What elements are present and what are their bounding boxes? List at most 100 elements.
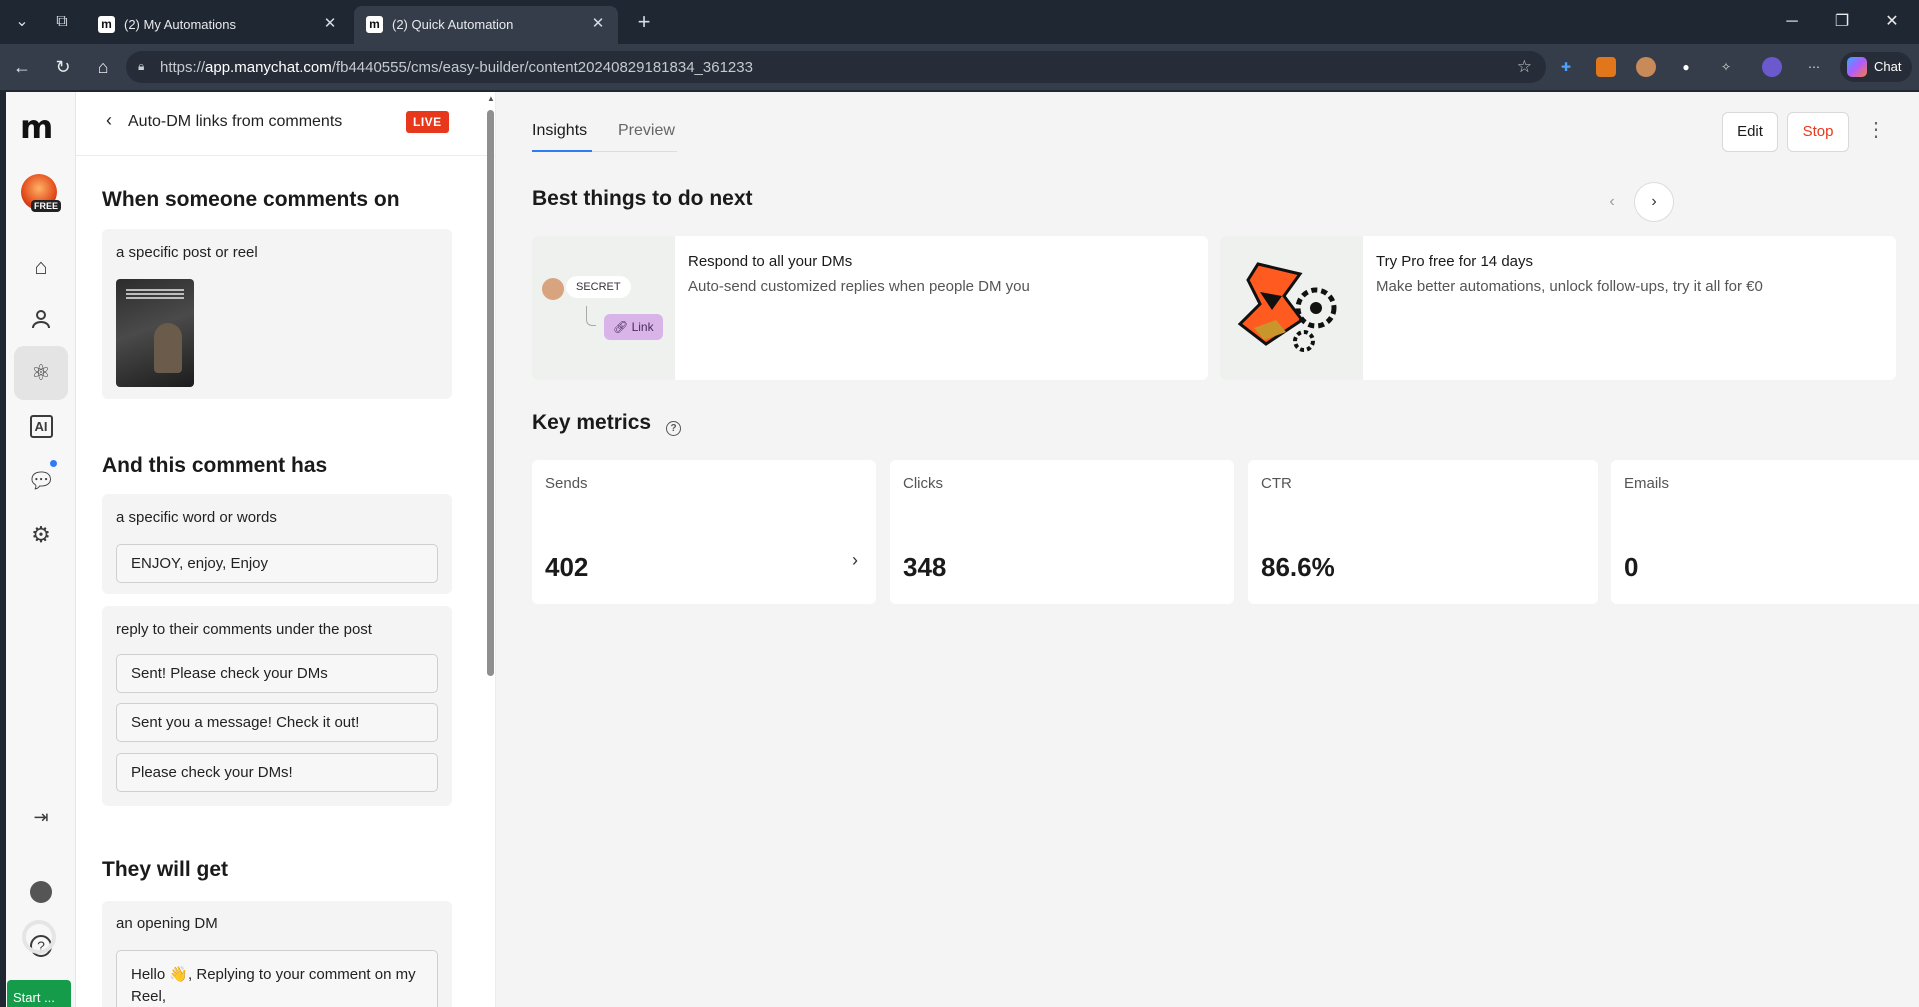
panel-scrollbar[interactable]: ▲: [484, 92, 496, 1007]
chevron-left-icon[interactable]: ‹: [1600, 190, 1624, 214]
manychat-favicon-icon: m: [366, 16, 383, 33]
help-icon[interactable]: ?: [666, 421, 681, 436]
scroll-thumb[interactable]: [487, 110, 494, 676]
metric-label: CTR: [1261, 475, 1292, 492]
pro-illustration: [1220, 236, 1363, 380]
reply-label: reply to their comments under the post: [116, 621, 372, 638]
metric-value: 402: [545, 552, 589, 582]
tab-preview[interactable]: Preview: [618, 122, 675, 140]
tab-my-automations[interactable]: m (2) My Automations ✕: [86, 6, 350, 44]
chat-bubble-icon[interactable]: ●: [1676, 57, 1696, 77]
close-tab-icon[interactable]: ✕: [320, 14, 340, 34]
metric-label: Sends: [545, 475, 588, 492]
condition-heading: And this comment has: [102, 454, 328, 477]
tip-description: Auto-send customized replies when people…: [688, 278, 1030, 295]
thumbnail-caption: [126, 289, 184, 299]
account-avatar[interactable]: FREE: [21, 174, 62, 214]
keyword-rule: a specific word or words: [116, 509, 277, 526]
metric-value: 86.6%: [1261, 552, 1335, 582]
live-chat-icon[interactable]: 💬︎: [14, 454, 68, 508]
metric-sends[interactable]: Sends 402 ›: [532, 460, 876, 604]
browser-tab-bar: ⌄ ⧉ m (2) My Automations ✕ m (2) Quick A…: [0, 0, 1919, 44]
settings-gear-icon[interactable]: ⚙: [14, 508, 68, 562]
automation-title[interactable]: Auto-DM links from comments: [128, 113, 342, 131]
home-icon[interactable]: ⌂: [14, 240, 68, 294]
restore-icon[interactable]: ❐: [1822, 8, 1862, 36]
tab-title: (2) Quick Automation: [392, 17, 514, 32]
tip-card-try-pro[interactable]: Try Pro free for 14 days Make better aut…: [1220, 236, 1896, 380]
dm-text-field[interactable]: Hello 👋, Replying to your comment on my …: [116, 950, 438, 1007]
tip-card-respond-dms[interactable]: SECRET 🔗︎ Link Respond to all your DMs A…: [532, 236, 1208, 380]
close-tab-icon[interactable]: ✕: [588, 14, 608, 34]
tip-illustration: SECRET 🔗︎ Link: [532, 236, 675, 380]
keywords-card[interactable]: a specific word or words ENJOY, enjoy, E…: [102, 494, 452, 594]
link-chip: 🔗︎ Link: [604, 314, 663, 340]
secret-chip: SECRET: [566, 276, 631, 298]
trigger-heading: When someone comments on: [102, 188, 400, 211]
url-field[interactable]: 🔒︎ https://app.manychat.com/fb4440555/cm…: [126, 51, 1546, 83]
reply-field[interactable]: Please check your DMs!: [116, 753, 438, 792]
view-tabs: Insights Preview: [532, 112, 677, 152]
result-heading: They will get: [102, 858, 229, 881]
opening-dm-card[interactable]: an opening DM Hello 👋, Replying to your …: [102, 901, 452, 1007]
connector-line: [586, 306, 596, 326]
profile-avatar[interactable]: [1762, 57, 1782, 77]
trigger-card[interactable]: a specific post or reel: [102, 229, 452, 399]
reply-field[interactable]: Sent you a message! Check it out!: [116, 703, 438, 742]
plan-badge: FREE: [31, 200, 62, 212]
tip-title: Respond to all your DMs: [688, 253, 853, 270]
metric-label: Emails: [1624, 475, 1670, 492]
scroll-up-icon[interactable]: ▲: [487, 94, 495, 103]
chevron-right-icon[interactable]: ›: [1634, 182, 1674, 222]
minimize-icon[interactable]: ─: [1772, 8, 1812, 36]
insights-main: Insights Preview Edit Stop ⋮ Best things…: [496, 92, 1919, 1007]
contacts-icon[interactable]: [14, 292, 68, 346]
metric-label: Clicks: [903, 475, 943, 492]
start-button[interactable]: Start ...: [7, 980, 71, 1007]
manychat-app: m FREE ⌂ ⚛ AI 💬︎ ⚙ ⇥ ? Start ... ‹ Auto-…: [6, 92, 1919, 1007]
workspaces-icon[interactable]: ⧉: [50, 10, 74, 34]
ai-icon[interactable]: AI: [14, 400, 68, 454]
extension-icon[interactable]: ✚: [1556, 57, 1576, 77]
edit-button[interactable]: Edit: [1722, 112, 1778, 152]
user-photo[interactable]: [14, 864, 68, 918]
next-steps-heading: Best things to do next: [532, 187, 753, 210]
close-window-icon[interactable]: ✕: [1872, 8, 1912, 36]
home-icon[interactable]: ⌂: [91, 55, 115, 79]
chevron-right-icon[interactable]: ›: [852, 550, 858, 571]
site-info-icon[interactable]: 🔒︎: [138, 59, 152, 73]
keywords-field[interactable]: ENJOY, enjoy, Enjoy: [116, 544, 438, 583]
chevron-left-icon[interactable]: ‹: [106, 110, 112, 131]
metamask-icon[interactable]: [1596, 57, 1616, 77]
more-menu-icon[interactable]: ⋯: [1804, 57, 1824, 77]
trigger-target: a specific post or reel: [116, 244, 258, 261]
tab-title: (2) My Automations: [124, 17, 236, 32]
new-tab-icon[interactable]: +: [632, 10, 656, 34]
reload-icon[interactable]: ↻: [51, 55, 75, 79]
bookmark-star-icon[interactable]: ☆: [1517, 57, 1532, 77]
panel-header: ‹ Auto-DM links from comments LIVE: [76, 92, 496, 156]
reply-card[interactable]: reply to their comments under the post S…: [102, 606, 452, 806]
tip-title: Try Pro free for 14 days: [1376, 253, 1534, 270]
live-badge: LIVE: [406, 111, 449, 133]
manychat-logo[interactable]: m: [20, 108, 53, 146]
extensions-puzzle-icon[interactable]: ✧: [1716, 57, 1736, 77]
tip-description: Make better automations, unlock follow-u…: [1376, 278, 1763, 295]
copilot-chat-button[interactable]: Chat: [1840, 52, 1912, 82]
stop-button[interactable]: Stop: [1787, 112, 1849, 152]
more-options-icon[interactable]: ⋮: [1866, 120, 1886, 140]
metric-value: 348: [903, 552, 947, 582]
metrics-heading: Key metrics: [532, 411, 652, 434]
tab-list-icon[interactable]: ⌄: [10, 10, 34, 34]
collapse-sidebar-icon[interactable]: ⇥: [14, 790, 68, 844]
address-bar: ← ↻ ⌂ 🔒︎ https://app.manychat.com/fb4440…: [0, 44, 1919, 90]
active-tab-indicator: [532, 150, 592, 152]
automation-icon[interactable]: ⚛: [14, 346, 68, 400]
extension-face-icon[interactable]: [1636, 57, 1656, 77]
back-icon[interactable]: ←: [10, 55, 34, 79]
post-thumbnail[interactable]: [116, 279, 194, 387]
reply-field[interactable]: Sent! Please check your DMs: [116, 654, 438, 693]
tab-quick-automation[interactable]: m (2) Quick Automation ✕: [354, 6, 618, 44]
metric-emails: Emails 0: [1611, 460, 1919, 604]
tab-insights[interactable]: Insights: [532, 122, 587, 140]
